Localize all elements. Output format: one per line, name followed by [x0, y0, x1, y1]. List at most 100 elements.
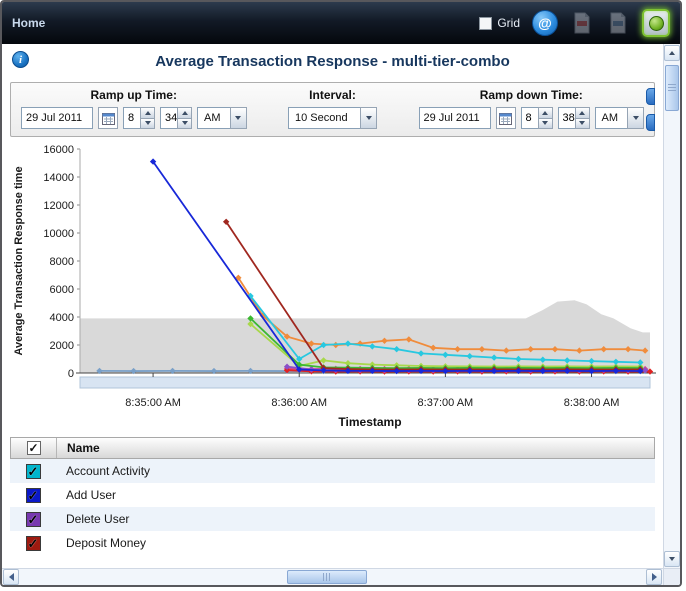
- up-arrow-icon: [579, 111, 585, 115]
- ramp-up-minute-input[interactable]: [160, 107, 177, 129]
- select-all-checkbox[interactable]: ✓: [27, 441, 41, 455]
- at-icon: @: [538, 15, 552, 31]
- spin-down-button[interactable]: [177, 119, 192, 130]
- toolbar-actions: Grid @: [479, 9, 670, 37]
- email-report-button[interactable]: @: [532, 10, 558, 36]
- export-pdf-button: [570, 10, 594, 36]
- csv-document-icon: [609, 12, 627, 34]
- ramp-down-date-input[interactable]: [419, 107, 491, 129]
- grid-checkbox[interactable]: [479, 17, 492, 30]
- calendar-icon: [499, 112, 512, 125]
- ramp-down-calendar-button[interactable]: [496, 107, 516, 129]
- scroll-left-button[interactable]: [3, 569, 19, 585]
- ramp-down-ampm-select[interactable]: AM: [595, 107, 645, 129]
- check-icon: ✓: [28, 465, 39, 478]
- down-arrow-icon: [542, 121, 548, 125]
- ramp-down-hour-input[interactable]: [521, 107, 538, 129]
- calendar-icon: [102, 112, 115, 125]
- chart-hscroll-track[interactable]: [80, 377, 650, 388]
- check-icon: ✓: [28, 513, 39, 526]
- horizontal-scroll-thumb[interactable]: [287, 570, 367, 584]
- series-legend-table: ✓ Name ✓Account Activity✓Add User✓Delete…: [10, 437, 655, 555]
- up-arrow-icon: [542, 111, 548, 115]
- series-color-checkbox[interactable]: ✓: [26, 512, 41, 527]
- name-column-header: Name: [57, 441, 100, 455]
- panel-edge-button-bottom[interactable]: [646, 114, 655, 131]
- legend-row[interactable]: ✓Account Activity: [10, 459, 655, 483]
- ampm-value: AM: [197, 107, 230, 129]
- y-tick-label: 12000: [43, 200, 74, 212]
- y-tick-label: 16000: [43, 144, 74, 156]
- info-icon[interactable]: i: [12, 51, 29, 68]
- up-arrow-icon: [669, 51, 675, 55]
- spin-down-button[interactable]: [538, 119, 553, 130]
- scroll-up-button[interactable]: [664, 45, 680, 61]
- panel-edge-button-top[interactable]: [646, 88, 655, 105]
- up-arrow-icon: [182, 111, 188, 115]
- interval-select[interactable]: 10 Second: [288, 107, 377, 129]
- dropdown-button[interactable]: [230, 107, 247, 129]
- ramp-down-minute-spinner: [558, 107, 590, 129]
- y-tick-label: 8000: [50, 256, 74, 268]
- chart-area: 0200040006000800010000120001400016000Ave…: [4, 141, 663, 429]
- x-tick-label: 8:37:00 AM: [418, 397, 474, 409]
- y-tick-label: 6000: [50, 284, 74, 296]
- series-name: Deposit Money: [56, 536, 146, 550]
- series-color-checkbox[interactable]: ✓: [26, 536, 41, 551]
- series-checkbox-cell: ✓: [10, 536, 56, 551]
- y-tick-label: 10000: [43, 228, 74, 240]
- ramp-up-hour-input[interactable]: [123, 107, 140, 129]
- time-controls-panel: Ramp up Time:: [10, 82, 655, 137]
- ramp-up-date-input[interactable]: [21, 107, 93, 129]
- y-tick-label: 0: [68, 368, 74, 380]
- title-row: i Average Transaction Response - multi-t…: [2, 44, 663, 80]
- legend-row[interactable]: ✓ Deposit Money: [10, 531, 655, 555]
- select-all-cell: ✓: [11, 438, 57, 458]
- background-load-area: [80, 300, 650, 373]
- horizontal-scrollbar[interactable]: [2, 568, 663, 585]
- spin-up-button[interactable]: [538, 107, 553, 119]
- ramp-up-minute-spinner: [160, 107, 192, 129]
- x-axis-title: Timestamp: [4, 415, 660, 429]
- report-window: Home Grid @: [0, 0, 682, 587]
- spin-down-button[interactable]: [575, 119, 590, 130]
- vertical-scroll-thumb[interactable]: [665, 65, 679, 111]
- ramp-up-ampm-select[interactable]: AM: [197, 107, 247, 129]
- dropdown-button[interactable]: [360, 107, 377, 129]
- x-tick-label: 8:35:00 AM: [125, 397, 181, 409]
- down-arrow-icon: [235, 116, 241, 120]
- spin-down-button[interactable]: [140, 119, 155, 130]
- spin-up-button[interactable]: [140, 107, 155, 119]
- ramp-down-label: Ramp down Time:: [480, 88, 583, 102]
- home-link[interactable]: Home: [12, 16, 45, 30]
- ramp-down-group: Ramp down Time:: [419, 88, 645, 129]
- scroll-down-button[interactable]: [664, 551, 680, 567]
- check-icon: ✓: [28, 442, 38, 454]
- dropdown-button[interactable]: [627, 107, 644, 129]
- report-view-button[interactable]: [642, 9, 670, 37]
- series-checkbox-cell: ✓: [10, 512, 56, 527]
- top-toolbar: Home Grid @: [2, 2, 680, 44]
- down-arrow-icon: [579, 121, 585, 125]
- ramp-down-minute-input[interactable]: [558, 107, 575, 129]
- info-glyph: i: [19, 54, 22, 66]
- spin-up-button[interactable]: [177, 107, 192, 119]
- series-color-checkbox[interactable]: ✓: [26, 488, 41, 503]
- scrollbar-corner: [663, 568, 680, 585]
- legend-header-row: ✓ Name: [10, 437, 655, 459]
- pdf-document-icon: [573, 12, 591, 34]
- ramp-up-group: Ramp up Time:: [21, 88, 247, 129]
- scroll-right-button[interactable]: [646, 569, 662, 585]
- right-arrow-icon: [652, 573, 657, 581]
- legend-rows: ✓Account Activity✓Add User✓Delete User✓D…: [10, 459, 655, 555]
- export-csv-button: [606, 10, 630, 36]
- series-color-checkbox[interactable]: ✓: [26, 464, 41, 479]
- y-tick-label: 14000: [43, 172, 74, 184]
- legend-row[interactable]: ✓Delete User: [10, 507, 655, 531]
- spin-up-button[interactable]: [575, 107, 590, 119]
- legend-row[interactable]: ✓Add User: [10, 483, 655, 507]
- ramp-up-calendar-button[interactable]: [98, 107, 118, 129]
- check-icon: ✓: [28, 537, 39, 550]
- vertical-scrollbar[interactable]: [663, 44, 680, 568]
- x-tick-label: 8:38:00 AM: [564, 397, 620, 409]
